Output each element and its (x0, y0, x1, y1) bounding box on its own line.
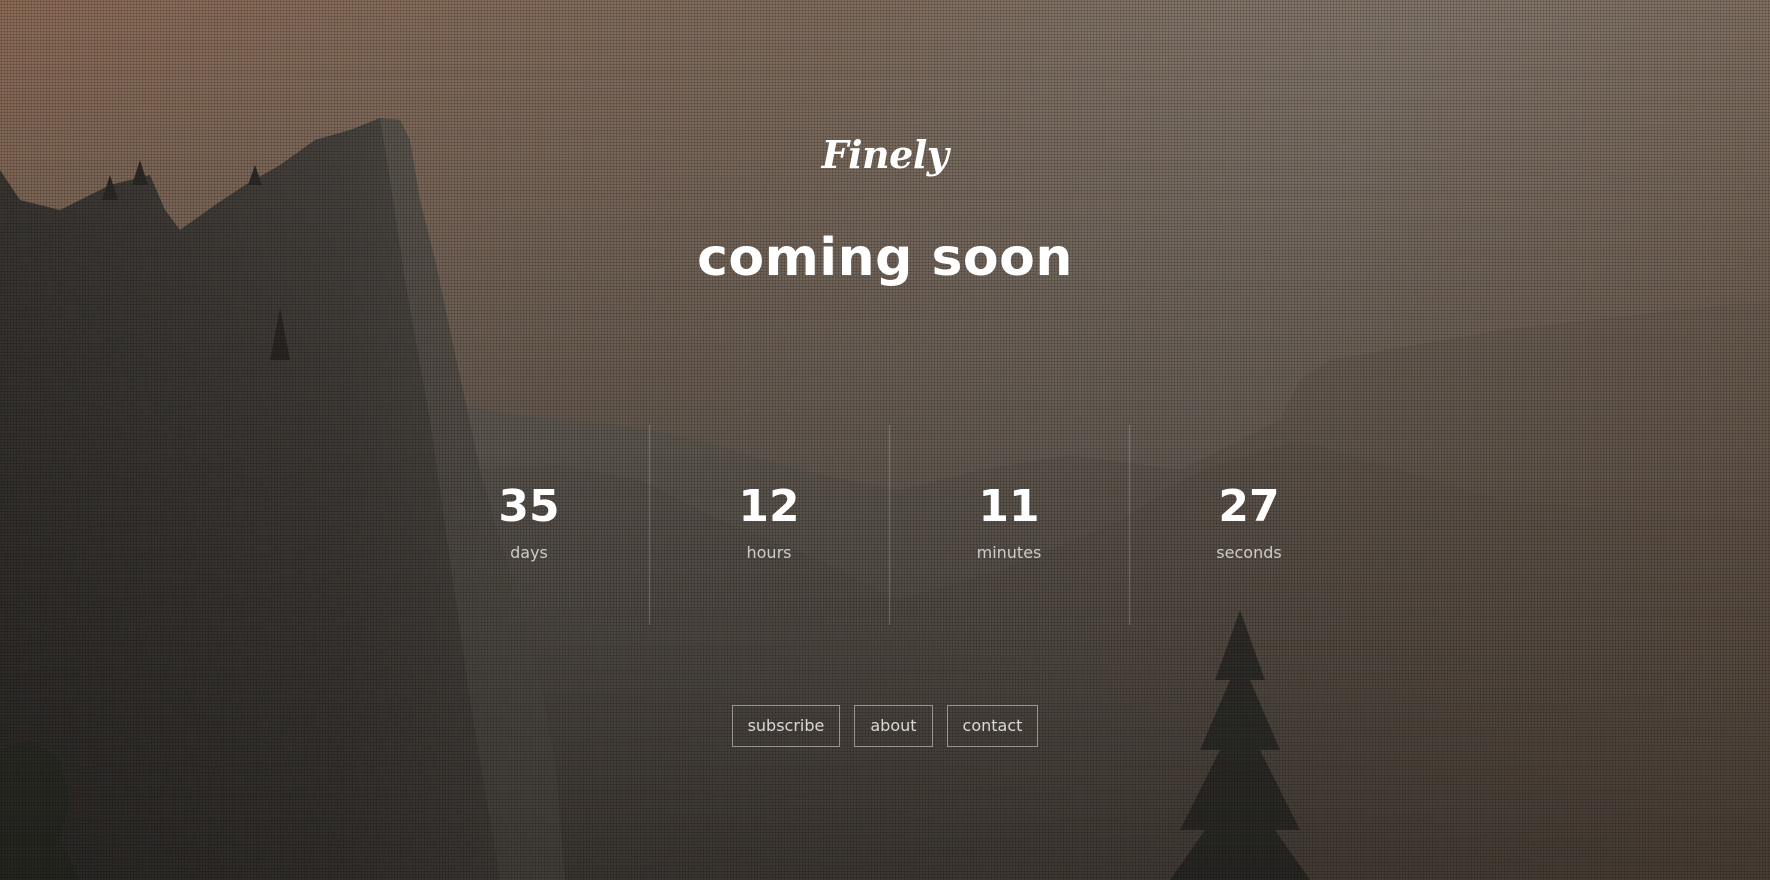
countdown-timer: 35 days 12 hours 11 minutes 27 seconds (409, 425, 1369, 625)
countdown-days: 35 days (409, 425, 649, 625)
coming-soon-page: Finely coming soon 35 days 12 hours 11 m… (0, 0, 1770, 880)
countdown-seconds-value: 27 (1218, 481, 1280, 532)
about-button[interactable]: about (854, 705, 933, 747)
countdown-minutes: 11 minutes (889, 425, 1129, 625)
subscribe-button[interactable]: subscribe (731, 705, 841, 747)
brand-logo[interactable]: Finely (0, 132, 1770, 177)
countdown-days-label: days (510, 543, 548, 562)
countdown-minutes-value: 11 (978, 481, 1040, 532)
countdown-minutes-label: minutes (976, 543, 1042, 562)
countdown-hours-value: 12 (738, 481, 800, 532)
countdown-seconds: 27 seconds (1129, 425, 1369, 625)
countdown-hours: 12 hours (649, 425, 889, 625)
countdown-hours-label: hours (746, 543, 792, 562)
footer-nav: subscribe about contact (0, 705, 1770, 747)
page-headline: coming soon (697, 228, 1073, 288)
contact-button[interactable]: contact (946, 705, 1039, 747)
countdown-seconds-label: seconds (1216, 543, 1282, 562)
countdown-days-value: 35 (498, 481, 560, 532)
